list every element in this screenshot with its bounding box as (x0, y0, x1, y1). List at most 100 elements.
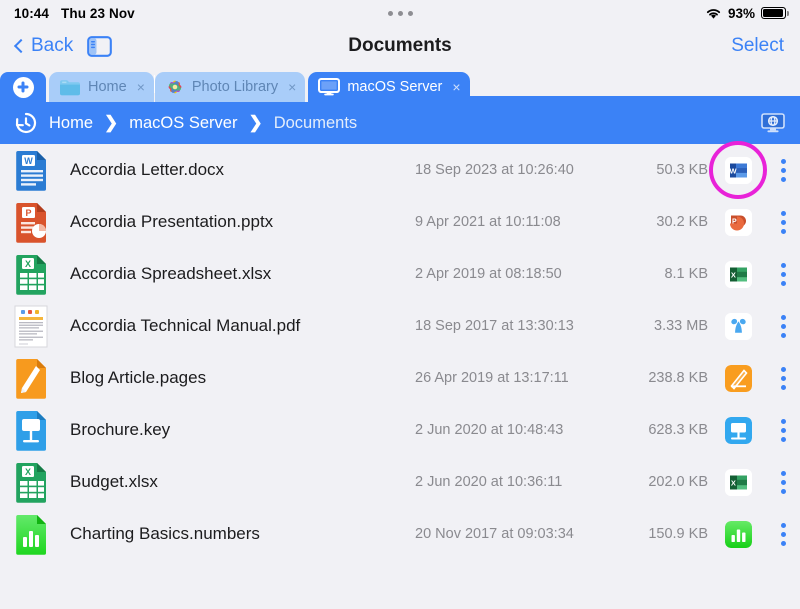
dot-1 (387, 10, 393, 16)
breadcrumb-separator-icon: ❯ (104, 113, 119, 132)
microsoft-powerpoint-app-icon[interactable]: P (725, 208, 752, 236)
excel-document-icon: X (14, 461, 50, 503)
pdf-page-thumbnail (14, 305, 50, 348)
tab-macos-server[interactable]: macOS Server × (308, 72, 470, 102)
file-date: 26 Apr 2019 at 13:17:11 (415, 370, 569, 386)
back-button-label: Back (31, 35, 74, 56)
numbers-app-icon[interactable] (725, 520, 752, 548)
more-vertical-icon[interactable] (781, 470, 786, 494)
tab-home-close-icon[interactable]: × (137, 79, 145, 95)
sidebar-toggle-icon[interactable] (87, 35, 113, 57)
table-row[interactable]: Accordia Technical Manual.pdf 18 Sep 201… (0, 300, 800, 352)
file-size: 202.0 KB (648, 474, 708, 490)
chevron-left-icon (13, 38, 29, 54)
breadcrumb-home[interactable]: Home (49, 114, 93, 133)
multitasking-dots-icon[interactable] (0, 0, 800, 26)
tab-bar: Home × Photo Library × macOS Server × (0, 66, 800, 102)
file-size: 150.9 KB (648, 526, 708, 542)
display-icon (318, 78, 341, 96)
numbers-document-icon (14, 513, 50, 555)
file-date: 9 Apr 2021 at 10:11:08 (415, 214, 561, 230)
more-vertical-icon[interactable] (781, 314, 786, 338)
network-display-icon[interactable] (760, 112, 786, 134)
navigation-bar: Back Documents Select (0, 26, 800, 66)
select-button[interactable]: Select (731, 35, 784, 56)
ipad-files-screen: 10:44 Thu 23 Nov 93% Back Documents Sele… (0, 0, 800, 609)
keynote-app-icon[interactable] (725, 416, 752, 444)
table-row[interactable]: Blog Article.pages 26 Apr 2019 at 13:17:… (0, 352, 800, 404)
microsoft-word-app-icon[interactable]: W (725, 156, 752, 184)
add-tab-button[interactable] (0, 72, 46, 102)
history-clock-icon[interactable] (14, 111, 38, 135)
file-name: Charting Basics.numbers (70, 524, 260, 543)
table-row[interactable]: Charting Basics.numbers 20 Nov 2017 at 0… (0, 508, 800, 560)
tab-photo-library-label: Photo Library (191, 79, 279, 95)
dot-3 (407, 10, 413, 16)
more-vertical-icon[interactable] (781, 418, 786, 442)
microsoft-excel-app-icon[interactable]: X (725, 468, 752, 496)
breadcrumb-bar: Home ❯ macOS Server ❯ Documents (0, 102, 800, 144)
page-title: Documents (348, 35, 452, 56)
file-date: 2 Jun 2020 at 10:36:11 (415, 474, 563, 490)
file-name: Accordia Technical Manual.pdf (70, 316, 301, 335)
breadcrumb-separator-icon-2: ❯ (248, 113, 263, 132)
more-vertical-icon[interactable] (781, 210, 786, 234)
tab-photo-library-close-icon[interactable]: × (288, 79, 296, 95)
svg-text:X: X (25, 467, 31, 477)
photos-icon (165, 77, 185, 97)
file-date: 2 Apr 2019 at 08:18:50 (415, 266, 562, 282)
file-list: W Accordia Letter.docx 18 Sep 2023 at 10… (0, 141, 800, 560)
breadcrumb-documents[interactable]: Documents (274, 114, 357, 133)
more-vertical-icon[interactable] (781, 158, 786, 182)
table-row[interactable]: W Accordia Letter.docx 18 Sep 2023 at 10… (0, 141, 800, 199)
tab-photo-library[interactable]: Photo Library × (154, 72, 306, 102)
svg-text:X: X (25, 259, 31, 269)
file-size: 50.3 KB (656, 162, 708, 178)
more-vertical-icon[interactable] (781, 522, 786, 546)
table-row[interactable]: X Budget.xlsx 2 Jun 2020 at 10:36:11 202… (0, 456, 800, 508)
battery-icon (761, 6, 789, 20)
word-document-icon: W (14, 149, 50, 191)
nav-left-group: Back (13, 35, 113, 57)
file-name: Blog Article.pages (70, 368, 207, 387)
table-row[interactable]: P Accordia Presentation.pptx 9 Apr 2021 … (0, 196, 800, 248)
file-name: Budget.xlsx (70, 472, 158, 491)
pages-document-icon (14, 357, 50, 399)
folder-icon (59, 79, 81, 96)
file-date: 2 Jun 2020 at 10:48:43 (415, 422, 564, 438)
breadcrumb-macos-server[interactable]: macOS Server (129, 114, 237, 133)
tab-home-label: Home (88, 79, 127, 95)
pages-app-icon[interactable] (725, 364, 752, 392)
file-size: 8.1 KB (664, 266, 708, 282)
file-name: Accordia Letter.docx (70, 160, 225, 179)
file-name: Accordia Spreadsheet.xlsx (70, 264, 272, 283)
microsoft-excel-app-icon[interactable]: X (725, 260, 752, 288)
nav-right-group: Select (731, 35, 784, 57)
more-vertical-icon[interactable] (781, 366, 786, 390)
svg-text:W: W (24, 156, 33, 166)
svg-text:X: X (731, 270, 736, 279)
table-row[interactable]: Brochure.key 2 Jun 2020 at 10:48:43 628.… (0, 404, 800, 456)
file-date: 18 Sep 2017 at 13:30:13 (415, 318, 574, 334)
status-bar: 10:44 Thu 23 Nov 93% (0, 0, 800, 26)
file-date: 20 Nov 2017 at 09:03:34 (415, 526, 574, 542)
file-size: 628.3 KB (648, 422, 708, 438)
plus-circle-icon (12, 76, 34, 98)
powerpoint-document-icon: P (14, 201, 50, 243)
tab-macos-server-close-icon[interactable]: × (452, 79, 460, 95)
file-size: 3.33 MB (654, 318, 708, 334)
table-row[interactable]: X Accordia Spreadsheet.xlsx 2 Apr 2019 a… (0, 248, 800, 300)
svg-text:P: P (25, 208, 31, 218)
adobe-acrobat-app-icon[interactable] (725, 312, 752, 340)
tab-home[interactable]: Home × (49, 72, 154, 102)
back-button[interactable]: Back (13, 35, 74, 57)
file-size: 238.8 KB (648, 370, 708, 386)
tab-macos-server-label: macOS Server (347, 79, 443, 95)
file-date: 18 Sep 2023 at 10:26:40 (415, 162, 574, 178)
svg-text:P: P (732, 218, 737, 225)
svg-text:W: W (729, 166, 737, 175)
excel-document-icon: X (14, 253, 50, 295)
more-vertical-icon[interactable] (781, 262, 786, 286)
file-name: Accordia Presentation.pptx (70, 212, 274, 231)
keynote-document-icon (14, 409, 50, 451)
